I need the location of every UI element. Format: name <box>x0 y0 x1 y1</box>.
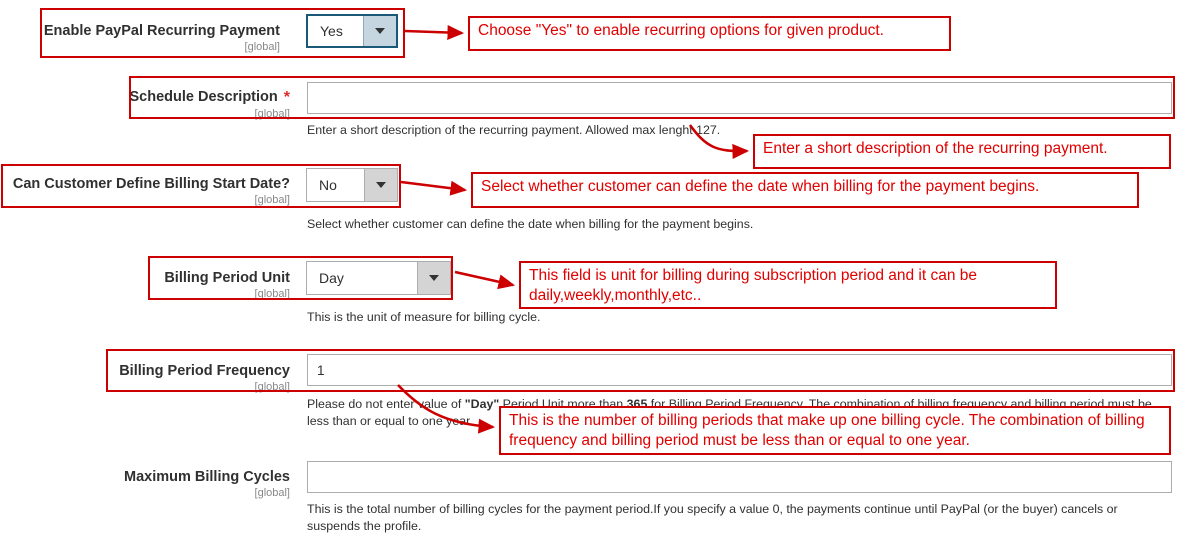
hint-billing-period-unit: This is the unit of measure for billing … <box>307 310 541 324</box>
arrow-enable-recurring <box>404 24 465 41</box>
annotation-billing-period-frequency: This is the number of billing periods th… <box>499 406 1171 455</box>
highlight-box-enable-recurring <box>40 8 405 58</box>
arrow-billing-period-unit <box>454 270 516 290</box>
annotation-schedule-description: Enter a short description of the recurri… <box>753 134 1171 169</box>
annotation-enable-recurring: Choose "Yes" to enable recurring options… <box>468 16 951 51</box>
arrow-billing-start-date <box>400 180 468 196</box>
label-maximum-billing-cycles: Maximum Billing Cycles [global] <box>60 468 290 500</box>
highlight-box-billing-start-date <box>1 164 401 208</box>
hint-part: Please do not enter value of <box>307 397 465 411</box>
annotation-billing-period-unit: This field is unit for billing during su… <box>519 261 1057 309</box>
hint-can-customer-define-billing-start-date: Select whether customer can define the d… <box>307 217 754 231</box>
hint-emphasis-day: "Day" <box>464 397 500 411</box>
highlight-box-billing-period-unit <box>148 256 453 300</box>
field-label: Maximum Billing Cycles <box>124 469 290 485</box>
field-scope: [global] <box>254 487 290 500</box>
input-maximum-billing-cycles[interactable] <box>307 461 1172 493</box>
annotation-billing-start-date: Select whether customer can define the d… <box>471 172 1139 208</box>
highlight-box-billing-period-frequency <box>106 349 1175 392</box>
hint-maximum-billing-cycles: This is the total number of billing cycl… <box>307 502 1118 533</box>
highlight-box-schedule-description <box>129 76 1175 119</box>
recurring-payment-form: Enable PayPal Recurring Payment [global]… <box>0 0 1191 546</box>
